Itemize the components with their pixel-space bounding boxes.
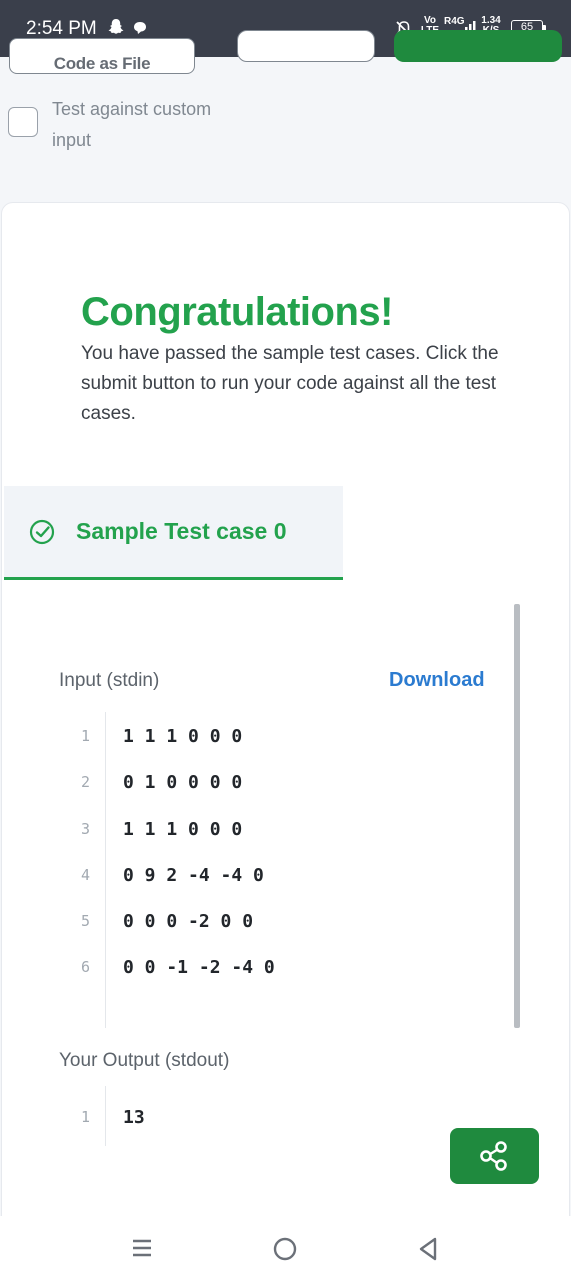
- input-section-label: Input (stdin): [59, 670, 160, 691]
- custom-input-label[interactable]: Test against custom input: [52, 94, 252, 156]
- upload-code-as-file-button[interactable]: Code as File: [9, 38, 195, 74]
- result-title: Congratulations!: [81, 290, 393, 334]
- output-gutter-divider: [105, 1086, 106, 1146]
- back-icon[interactable]: [416, 1236, 440, 1262]
- download-link[interactable]: Download: [389, 669, 485, 692]
- run-code-button[interactable]: [237, 30, 375, 62]
- share-button[interactable]: [450, 1128, 539, 1184]
- code-line: 0 0 0 -2 0 0: [123, 911, 254, 932]
- code-line: 0 1 0 0 0 0: [123, 772, 243, 793]
- code-line: 0 0 -1 -2 -4 0: [123, 957, 275, 978]
- code-line: 1 1 1 0 0 0: [123, 726, 243, 747]
- custom-input-checkbox[interactable]: [8, 107, 38, 137]
- tab-sample-test-case-0[interactable]: Sample Test case 0: [4, 486, 343, 580]
- code-line: 1 1 1 0 0 0: [123, 819, 243, 840]
- check-circle-icon: [29, 519, 55, 545]
- line-number: 2: [80, 773, 90, 791]
- snapchat-icon: [108, 19, 124, 34]
- output-section-label: Your Output (stdout): [59, 1050, 230, 1071]
- recent-apps-icon[interactable]: [131, 1238, 153, 1258]
- line-number: 3: [80, 820, 90, 838]
- input-gutter-divider: [105, 712, 106, 1028]
- code-line: 0 9 2 -4 -4 0: [123, 865, 264, 886]
- line-number: 1: [80, 1108, 90, 1126]
- share-icon: [480, 1141, 507, 1171]
- line-number: 4: [80, 866, 90, 884]
- line-number: 1: [80, 727, 90, 745]
- tab-label: Sample Test case 0: [76, 518, 287, 544]
- submit-code-button[interactable]: [394, 30, 562, 62]
- chat-bubble-icon: [134, 22, 146, 34]
- vertical-scrollbar[interactable]: [514, 604, 520, 1028]
- home-icon[interactable]: [272, 1236, 298, 1262]
- code-line: 13: [123, 1107, 145, 1128]
- status-time: 2:54 PM: [26, 18, 97, 39]
- line-number: 6: [80, 958, 90, 976]
- navigation-bar: [0, 1216, 571, 1280]
- line-number: 5: [80, 912, 90, 930]
- result-message: You have passed the sample test cases. C…: [81, 343, 499, 424]
